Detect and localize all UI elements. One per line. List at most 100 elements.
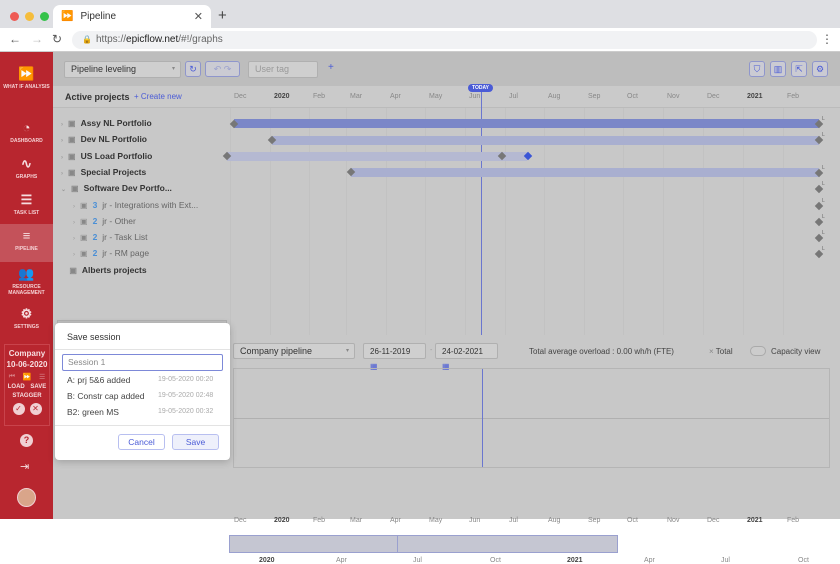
close-icon: × [709,347,716,356]
user-avatar[interactable] [17,488,36,507]
toolbar: Pipeline leveling ▾ ↻ ↶ ↷ User tag + ⛉ ▥ … [53,52,840,86]
expand-caret-icon[interactable]: › [61,122,63,128]
browser-menu-icon[interactable]: ⋮ [821,32,833,46]
maximize-window-button[interactable] [40,12,49,21]
expand-caret-icon[interactable]: › [73,236,75,242]
load-button[interactable]: LOAD [8,384,25,390]
expand-caret-icon[interactable] [61,269,64,275]
sidebar-item-settings[interactable]: ⚙ SETTINGS [0,306,53,330]
milestone-label: L [822,132,825,139]
list-icon[interactable]: ☰ [39,373,45,381]
project-row[interactable]: ▣ Alberts projects [61,262,146,278]
milestone-label: L [822,213,825,220]
reload-icon[interactable]: ↻ [52,32,62,46]
confirm-icon[interactable]: ✓ [12,403,25,415]
month-label: Jun [469,517,481,524]
expand-caret-icon[interactable]: › [61,138,63,144]
range-navigator-window[interactable] [229,535,618,553]
columns-button[interactable]: ▥ [770,61,786,77]
gantt-bar-us-load[interactable] [227,152,527,161]
session-item-name[interactable]: A: prj 5&6 added [67,375,130,385]
tab-title: Pipeline [80,11,117,22]
back-icon[interactable]: ← [9,32,21,46]
project-row[interactable]: › ▣ Dev NL Portfolio [61,131,147,147]
help-icon[interactable]: ? [20,434,33,447]
save-button[interactable]: Save [172,434,219,450]
url-input[interactable]: 🔒 https://epicflow.net/#!/graphs [72,31,817,49]
sidebar-label: SETTINGS [13,324,39,330]
undo-icon[interactable]: ↶ [214,64,222,74]
expand-caret-icon[interactable]: ⌄ [61,187,66,193]
forward-icon[interactable]: → [31,32,43,46]
total-legend[interactable]: × Total [709,347,733,356]
stagger-button[interactable]: STAGGER [5,393,49,399]
month-label: Apr [390,517,401,524]
create-new-link[interactable]: + Create new [134,92,182,101]
project-row[interactable]: ⌄ ▣ Software Dev Portfo... [61,180,172,196]
expand-caret-icon[interactable]: › [61,155,63,161]
export-button[interactable]: ⇱ [791,61,807,77]
project-row[interactable]: › ▣ Special Projects [61,164,146,180]
sidebar-label: DASHBOARD [10,138,43,144]
redo-icon[interactable]: ↷ [224,64,232,74]
sidebar-item-task-list[interactable]: ☰ TASK LIST [0,192,53,216]
refresh-button[interactable]: ↻ [185,61,201,77]
capacity-view-toggle[interactable] [750,346,766,356]
expand-caret-icon[interactable]: › [73,252,75,258]
project-name: jr - Integrations with Ext... [102,199,199,210]
sidebar-item-graphs[interactable]: ∿ GRAPHS [0,156,53,180]
cancel-button[interactable]: Cancel [118,434,165,450]
month-label: Jun [469,93,481,100]
sidebar-item-what-if[interactable]: ⏩ WHAT IF ANALYSIS [0,66,53,90]
expand-caret-icon[interactable]: › [73,220,75,226]
play-icon[interactable]: ⏩ [23,373,32,381]
gantt-bar-special[interactable] [351,168,819,177]
save-button[interactable]: SAVE [30,384,46,390]
capacity-view-label: Capacity view [771,347,821,356]
month-label: Dec [234,517,247,524]
project-row[interactable]: › ▣ Assy NL Portfolio [61,115,152,131]
minimize-window-button[interactable] [25,12,34,21]
date-to-input[interactable]: 24-02-2021 ▦ [435,343,498,371]
project-name: Special Projects [80,166,147,177]
settings-button[interactable]: ⚙ [812,61,828,77]
project-row[interactable]: › ▣ 2 jr - RM page [73,245,149,261]
sidebar-item-resource-management[interactable]: 👥 RESOURCE MANAGEMENT [0,266,53,296]
save-session-dialog: Save session Session 1 A: prj 5&6 added … [55,323,230,460]
close-window-button[interactable] [10,12,19,21]
session-item-name[interactable]: B2: green MS [67,407,119,417]
user-tag-input[interactable]: User tag [248,61,318,78]
navigator-tick: 2021 [567,557,583,564]
view-select[interactable]: Pipeline leveling ▾ [64,61,181,78]
project-row[interactable]: › ▣ 3 jr - Integrations with Ext... [73,197,198,213]
sidebar-item-pipeline[interactable]: ≡ PIPELINE [0,224,53,262]
task-count: 3 [92,199,98,210]
project-row[interactable]: › ▣ 2 jr - Other [73,213,136,229]
sidebar-label: PIPELINE [15,246,38,252]
session-name-input[interactable]: Session 1 [62,354,223,371]
navigator-tick: 2020 [259,557,275,564]
session-item-name[interactable]: B: Constr cap added [67,391,145,401]
navigator-tick: Oct [798,557,809,564]
gantt-bar-dev-nl[interactable] [272,136,819,145]
browser-tab[interactable]: ⏩ Pipeline ✕ [53,5,211,28]
date-from-value: 26-11-2019 [370,347,411,356]
dashboard-icon: ◔ [22,120,31,135]
date-from-input[interactable]: 26-11-2019 ▦ [363,343,426,371]
pipeline-select[interactable]: Company pipeline ▾ [233,343,355,359]
add-tag-button[interactable]: + [328,62,334,73]
expand-caret-icon[interactable]: › [61,171,63,177]
sidebar-item-dashboard[interactable]: ◔ DASHBOARD [0,120,53,144]
gantt-bar-assy-nl[interactable] [234,119,819,128]
project-row[interactable]: › ▣ US Load Portfolio [61,148,152,164]
project-row[interactable]: › ▣ 2 jr - Task List [73,229,147,245]
new-tab-button[interactable]: + [218,7,227,24]
close-tab-icon[interactable]: ✕ [194,10,203,23]
expand-caret-icon[interactable]: › [73,204,75,210]
month-label: May [429,517,443,524]
filter-button[interactable]: ⛉ [749,61,765,77]
logout-icon[interactable]: ⇥ [20,460,29,473]
step-back-icon[interactable]: ⏮ [9,373,15,381]
discard-icon[interactable]: ✕ [29,403,42,415]
navigator-tick: Apr [644,557,655,564]
